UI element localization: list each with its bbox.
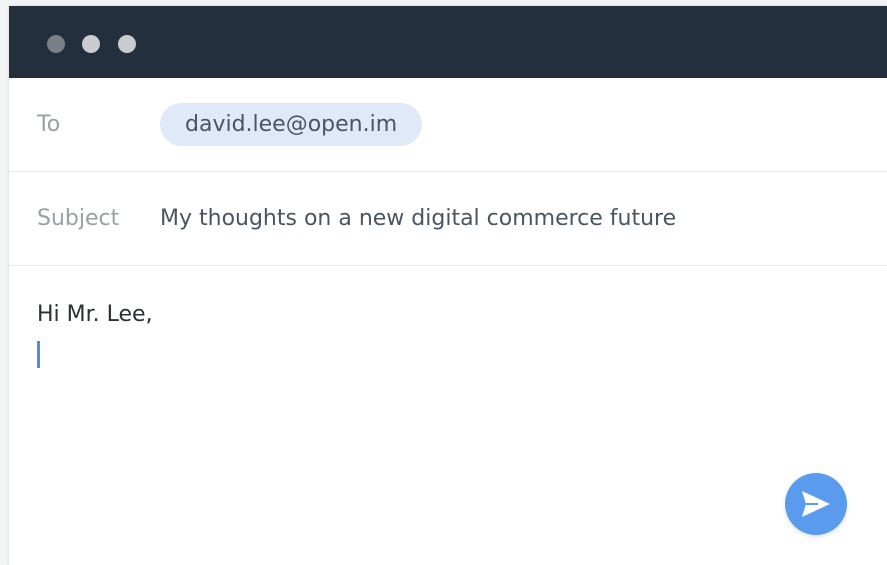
to-label: To xyxy=(37,112,61,137)
window-maximize-button[interactable] xyxy=(118,35,136,53)
message-body-editor[interactable]: Hi Mr. Lee, xyxy=(9,266,887,565)
to-row: To david.lee@open.im xyxy=(9,78,887,172)
subject-row: Subject My thoughts on a new digital com… xyxy=(9,172,887,266)
message-body-text: Hi Mr. Lee, xyxy=(37,302,153,327)
compose-window: To david.lee@open.im Subject My thoughts… xyxy=(9,6,887,565)
send-button[interactable] xyxy=(785,473,847,535)
send-icon xyxy=(802,491,830,517)
subject-label: Subject xyxy=(37,206,120,231)
window-close-button[interactable] xyxy=(47,35,65,53)
page: To david.lee@open.im Subject My thoughts… xyxy=(0,0,887,565)
recipient-chip[interactable]: david.lee@open.im xyxy=(160,103,423,146)
window-minimize-button[interactable] xyxy=(82,35,100,53)
title-bar xyxy=(9,6,887,78)
text-cursor xyxy=(37,341,40,368)
subject-input[interactable]: My thoughts on a new digital commerce fu… xyxy=(160,172,676,265)
